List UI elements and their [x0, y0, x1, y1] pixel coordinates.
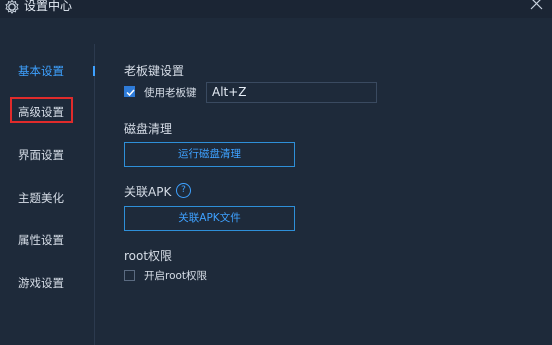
- root-title: root权限: [124, 249, 173, 263]
- apk-assoc-title: 关联APK: [124, 185, 172, 199]
- help-icon[interactable]: ?: [176, 183, 191, 198]
- boss-key-checkbox-label: 使用老板键: [144, 87, 197, 99]
- window-title: 设置中心: [24, 0, 73, 13]
- active-indicator: [93, 66, 95, 76]
- sidebar-item-advanced[interactable]: 高级设置: [10, 97, 73, 123]
- title-bar: 设置中心: [0, 0, 552, 18]
- root-checkbox[interactable]: [124, 270, 135, 281]
- root-checkbox-label: 开启root权限: [144, 270, 208, 282]
- boss-key-hotkey-input[interactable]: Alt+Z: [206, 82, 377, 103]
- close-icon[interactable]: [528, 0, 546, 14]
- sidebar-item-interface[interactable]: 界面设置: [10, 142, 85, 168]
- sidebar-item-property[interactable]: 属性设置: [10, 227, 85, 253]
- settings-gear-icon: [4, 0, 20, 15]
- boss-key-title: 老板键设置: [124, 64, 185, 78]
- check-icon: [126, 89, 135, 97]
- sidebar-item-basic[interactable]: 基本设置: [10, 58, 85, 84]
- sidebar-item-game[interactable]: 游戏设置: [10, 270, 85, 296]
- sidebar-divider: [94, 44, 95, 345]
- sidebar-item-theme[interactable]: 主题美化: [10, 185, 85, 211]
- disk-cleanup-title: 磁盘清理: [124, 122, 173, 136]
- run-disk-cleanup-button[interactable]: 运行磁盘清理: [124, 142, 295, 167]
- associate-apk-button[interactable]: 关联APK文件: [124, 206, 295, 231]
- boss-key-checkbox[interactable]: [124, 86, 135, 97]
